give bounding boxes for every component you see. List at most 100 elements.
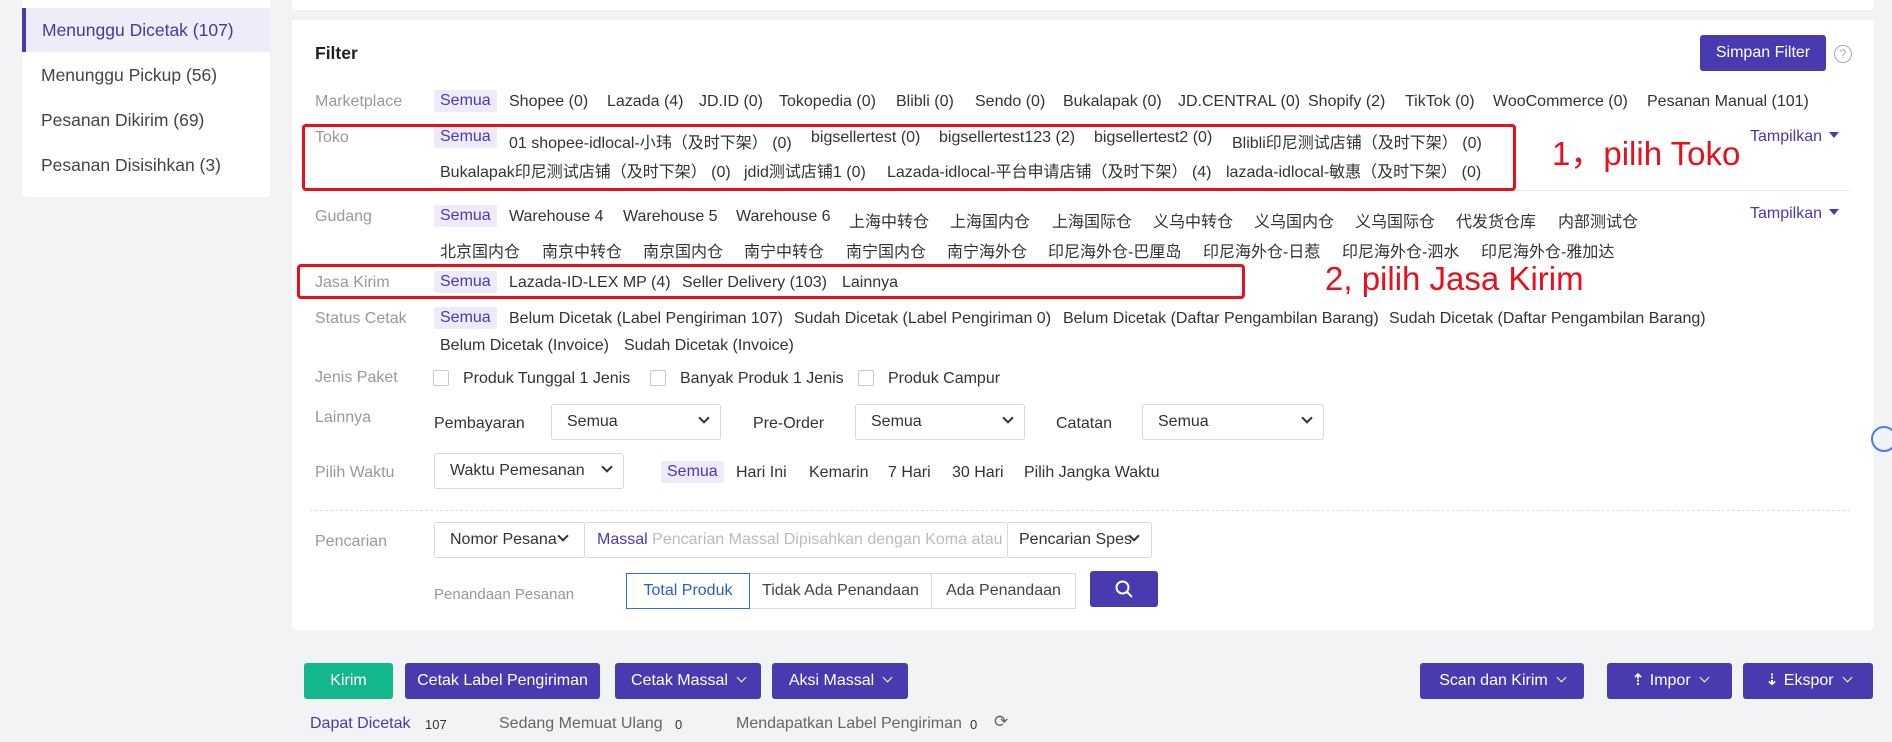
annotation-text-jasa: 2, pilih Jasa Kirim [1325,260,1584,297]
help-icon[interactable]: ? [1834,45,1852,63]
gudang-option[interactable]: 印尼海外仓-泗水 [1342,238,1459,262]
waktu-type-select[interactable]: Waktu Pemesanan [434,453,624,489]
massal-label: Massal [597,531,648,548]
jenis-paket-label: Jenis Paket [315,369,398,386]
sidebar-item-pesanan-disisihkan[interactable]: Pesanan Disisihkan (3) [22,143,270,187]
status-option[interactable]: Belum Dicetak (Invoice) [440,337,609,355]
gudang-option[interactable]: 上海国际仓 [1052,208,1132,232]
waktu-option-pilih-jangka[interactable]: Pilih Jangka Waktu [1024,464,1159,482]
gudang-option[interactable]: 义乌中转仓 [1153,208,1233,232]
gudang-option[interactable]: 南京国内仓 [643,238,723,262]
download-icon: ⇣ [1765,672,1779,689]
checkbox-produk-tunggal[interactable] [433,370,449,386]
search-input[interactable]: Massal Pencarian Massal Dipisahkan denga… [584,522,1008,558]
gudang-option[interactable]: Warehouse 6 [736,208,831,226]
chevron-down-icon [736,672,747,683]
scan-kirim-button[interactable]: Scan dan Kirim [1420,663,1584,699]
preorder-label: Pre-Order [753,415,825,432]
kirim-button[interactable]: Kirim [304,663,393,699]
refresh-icon[interactable]: ⟳ [994,712,1008,732]
gudang-option[interactable]: 南宁海外仓 [947,238,1027,262]
search-spec-select[interactable]: Pencarian Spes [1007,522,1152,558]
marketplace-option-shopify[interactable]: Shopify (2) [1308,93,1385,111]
caret-down-icon [1829,209,1840,215]
toko-tampilkan-toggle[interactable]: Tampilkan [1750,128,1840,146]
waktu-option-30-hari[interactable]: 30 Hari [952,464,1004,482]
gudang-option[interactable]: 代发货仓库 [1456,208,1536,232]
search-type-select[interactable]: Nomor Pesana [434,522,585,558]
penandaan-ada[interactable]: Ada Penandaan [931,573,1076,609]
waktu-option-semua[interactable]: Semua [661,461,724,483]
status-option[interactable]: Sudah Dicetak (Daftar Pengambilan Barang… [1389,310,1706,328]
waktu-option-hari-ini[interactable]: Hari Ini [736,464,787,482]
checkbox-banyak-produk[interactable] [650,370,666,386]
marketplace-option-shopee[interactable]: Shopee (0) [509,93,588,111]
marketplace-option-sendo[interactable]: Sendo (0) [975,93,1045,111]
gudang-option[interactable]: Warehouse 5 [623,208,718,226]
marketplace-option-bukalapak[interactable]: Bukalapak (0) [1063,93,1162,111]
marketplace-option-tokopedia[interactable]: Tokopedia (0) [779,93,876,111]
tab-dapat-dicetak[interactable]: Dapat Dicetak [310,715,411,733]
cetak-massal-button[interactable]: Cetak Massal [615,663,761,699]
penandaan-tidak-ada[interactable]: Tidak Ada Penandaan [749,573,932,609]
save-filter-button[interactable]: Simpan Filter [1700,35,1826,71]
chevron-down-icon [1699,672,1710,683]
status-option-semua[interactable]: Semua [434,307,497,329]
sidebar-item-menunggu-pickup[interactable]: Menunggu Pickup (56) [22,53,270,97]
upload-icon: ⇡ [1631,672,1645,689]
catatan-select[interactable]: Semua [1142,404,1324,440]
marketplace-option-jdcentral[interactable]: JD.CENTRAL (0) [1178,93,1300,111]
preorder-select[interactable]: Semua [855,404,1025,440]
tab-mendapatkan-label[interactable]: Mendapatkan Label Pengiriman [736,715,962,733]
button-label: Scan dan Kirim [1439,672,1548,689]
gudang-option[interactable]: 印尼海外仓-雅加达 [1481,238,1614,262]
chevron-down-icon [698,412,710,424]
gudang-option[interactable]: 内部测试仓 [1558,208,1638,232]
checkbox-produk-campur[interactable] [858,370,874,386]
sidebar-item-pesanan-dikirim[interactable]: Pesanan Dikirim (69) [22,98,270,142]
select-value: Semua [1158,413,1209,430]
status-option[interactable]: Sudah Dicetak (Label Pengiriman 0) [794,310,1051,328]
gudang-option[interactable]: 义乌国内仓 [1254,208,1334,232]
gudang-option[interactable]: 上海国内仓 [950,208,1030,232]
gudang-option[interactable]: 上海中转仓 [849,208,929,232]
status-option[interactable]: Belum Dicetak (Daftar Pengambilan Barang… [1063,310,1379,328]
penandaan-total-produk[interactable]: Total Produk [626,573,750,609]
gudang-option[interactable]: 南宁中转仓 [744,238,824,262]
marketplace-option-tiktok[interactable]: TikTok (0) [1405,93,1475,111]
gudang-option[interactable]: 北京国内仓 [440,238,520,262]
impor-button[interactable]: ⇡ Impor [1607,663,1732,699]
gudang-tampilkan-toggle[interactable]: Tampilkan [1750,205,1840,223]
marketplace-option-lazada[interactable]: Lazada (4) [607,93,684,111]
floating-search-icon[interactable] [1871,426,1892,452]
caret-down-icon [1829,132,1840,138]
status-option[interactable]: Belum Dicetak (Label Pengiriman 107) [509,310,783,328]
waktu-option-kemarin[interactable]: Kemarin [809,464,869,482]
gudang-option[interactable]: 南宁国内仓 [846,238,926,262]
cetak-label-button[interactable]: Cetak Label Pengiriman [405,663,600,699]
marketplace-option-pesanan-manual[interactable]: Pesanan Manual (101) [1647,93,1809,111]
toko-tampilkan-label: Tampilkan [1750,128,1823,145]
status-option[interactable]: Sudah Dicetak (Invoice) [624,337,794,355]
button-label: Cetak Massal [631,672,728,689]
gudang-option[interactable]: Warehouse 4 [509,208,604,226]
marketplace-option-blibli[interactable]: Blibli (0) [896,93,954,111]
waktu-option-7-hari[interactable]: 7 Hari [888,464,931,482]
sidebar-item-menunggu-dicetak[interactable]: Menunggu Dicetak (107) [22,8,270,52]
gudang-option[interactable]: 南京中转仓 [542,238,622,262]
checkbox-label: Produk Campur [888,370,1001,387]
gudang-option[interactable]: 义乌国际仓 [1355,208,1435,232]
gudang-option-semua[interactable]: Semua [434,205,497,227]
gudang-option[interactable]: 印尼海外仓-巴厘岛 [1048,238,1181,262]
marketplace-option-semua[interactable]: Semua [434,90,497,112]
ekspor-button[interactable]: ⇣ Ekspor [1743,663,1873,699]
pembayaran-select[interactable]: Semua [551,404,721,440]
marketplace-option-jdid[interactable]: JD.ID (0) [699,93,763,111]
marketplace-option-woocommerce[interactable]: WooCommerce (0) [1493,93,1628,111]
gudang-option[interactable]: 印尼海外仓-日惹 [1203,238,1320,262]
search-placeholder: Pencarian Massal Dipisahkan dengan Koma … [652,531,1008,548]
tab-sedang-memuat[interactable]: Sedang Memuat Ulang [499,715,663,733]
count-badge: 0 [670,715,688,734]
search-button[interactable] [1090,571,1158,607]
aksi-massal-button[interactable]: Aksi Massal [772,663,908,699]
